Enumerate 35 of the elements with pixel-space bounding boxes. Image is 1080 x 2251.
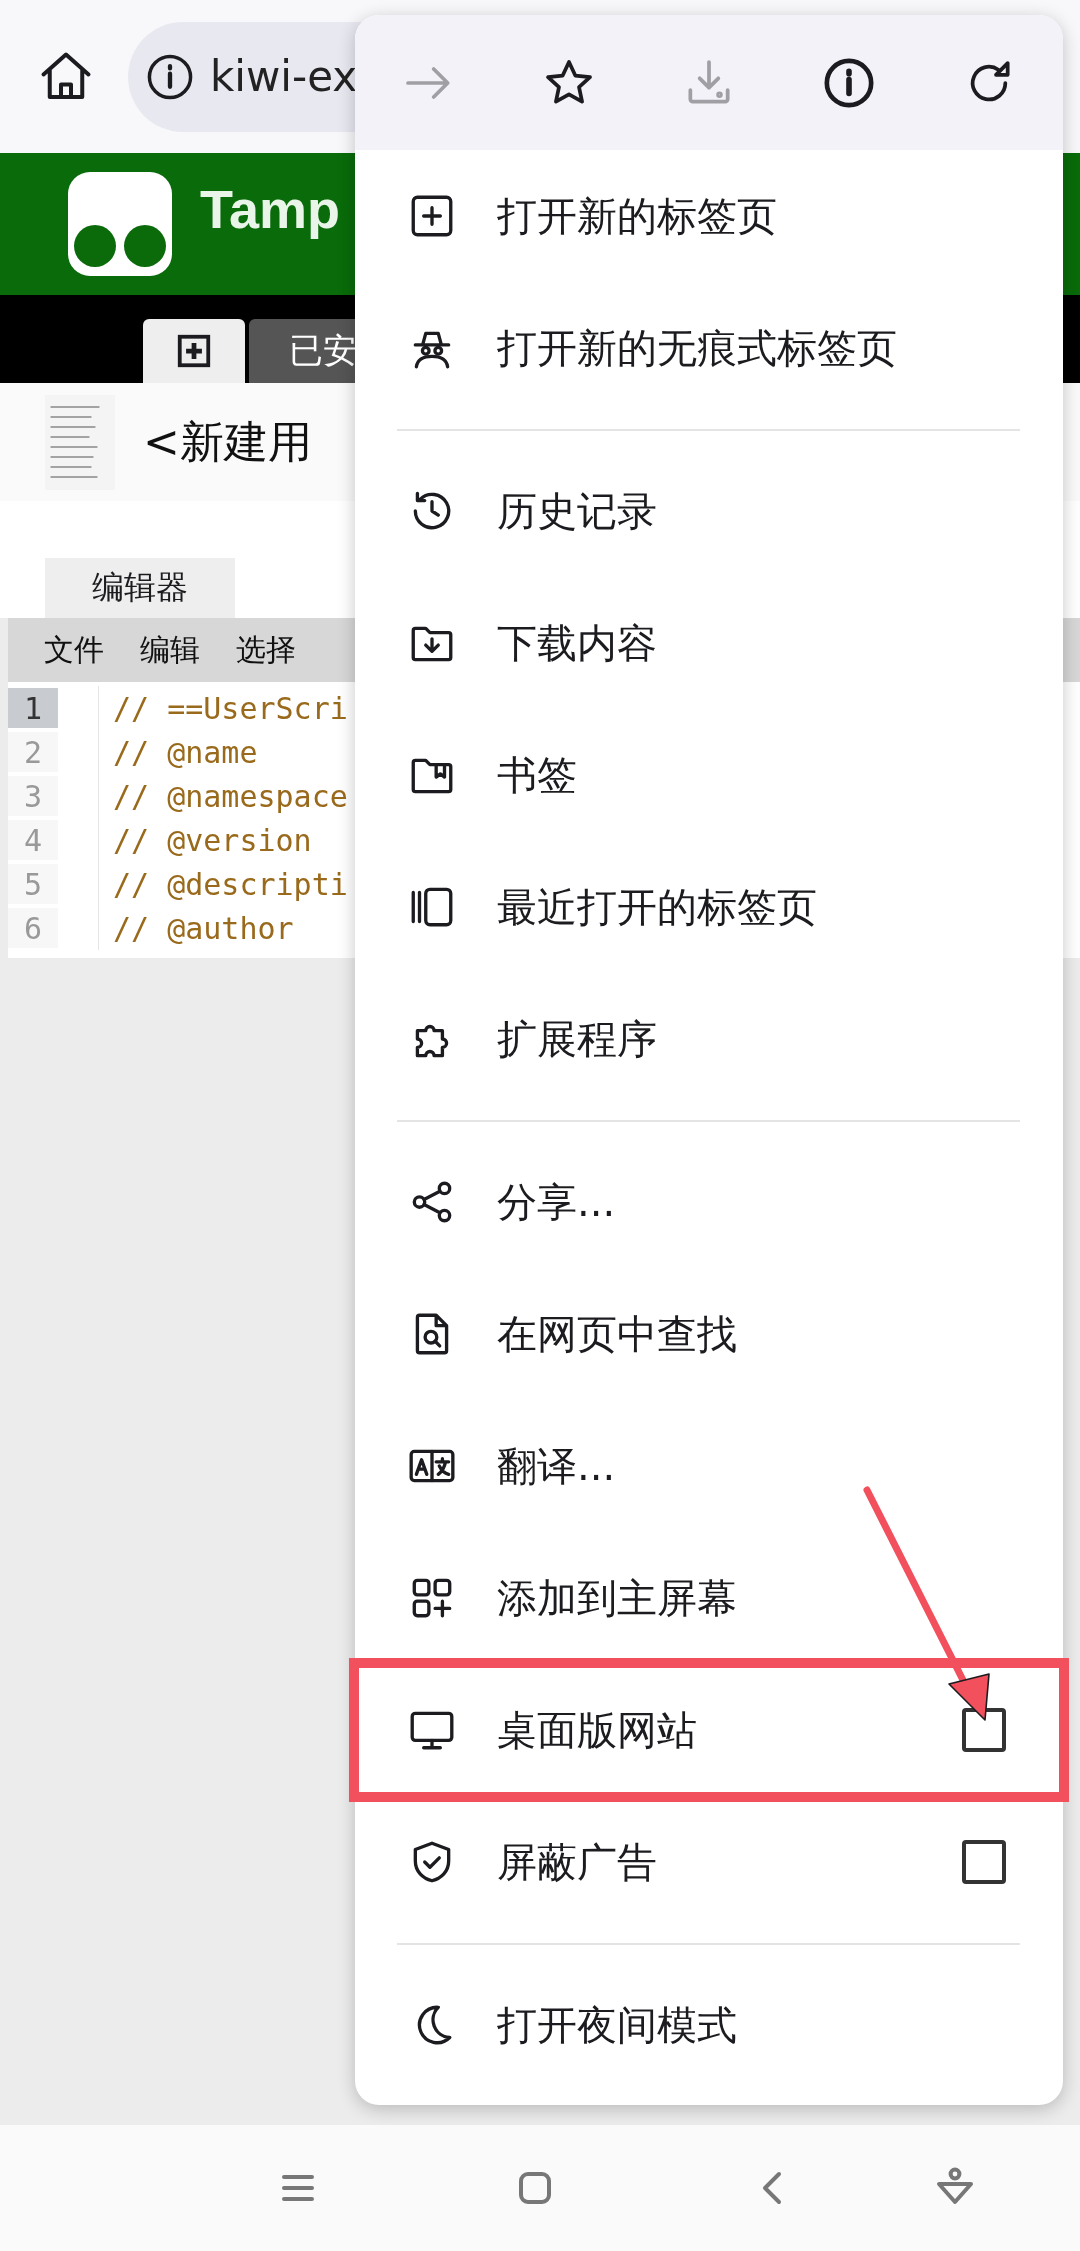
menu-item[interactable]: 屏蔽广告 xyxy=(355,1796,1063,1928)
new-script-tab[interactable] xyxy=(143,319,245,383)
menu-item[interactable]: 桌面版网站 xyxy=(355,1664,1063,1796)
code-line: // @namespace xyxy=(98,774,348,818)
line-number: 3 xyxy=(8,776,58,816)
menu-item[interactable]: 分享... xyxy=(355,1136,1063,1268)
menu-item[interactable]: 最近打开的标签页 xyxy=(355,841,1063,973)
code-line: // @version xyxy=(98,818,312,862)
checkbox[interactable] xyxy=(962,1840,1006,1884)
code-line: // @descripti xyxy=(98,862,348,906)
menu-item[interactable]: 添加到主屏幕 xyxy=(355,1532,1063,1664)
line-number: 4 xyxy=(8,820,58,860)
menu-item[interactable]: 打开夜间模式 xyxy=(355,1959,1063,2091)
menu-item[interactable]: 下载内容 xyxy=(355,577,1063,709)
script-title: <新建用 xyxy=(143,414,312,469)
site-title: Tamp xyxy=(200,178,340,240)
line-number: 6 xyxy=(8,908,58,948)
menu-item[interactable]: 书签 xyxy=(355,709,1063,841)
menu-item[interactable]: 扩展程序 xyxy=(355,973,1063,1105)
menu-item[interactable]: 翻译... xyxy=(355,1400,1063,1532)
editor-menu-item[interactable]: 选择 xyxy=(236,629,296,671)
editor-menu-item[interactable]: 文件 xyxy=(44,629,104,671)
menu-item[interactable]: 在网页中查找 xyxy=(355,1268,1063,1400)
editor-menu-item[interactable]: 编辑 xyxy=(140,629,200,671)
menu-item[interactable]: 历史记录 xyxy=(355,445,1063,577)
line-number: 5 xyxy=(8,864,58,904)
code-line: // @author xyxy=(98,906,294,950)
menu-item[interactable]: 打开新的标签页 xyxy=(355,150,1063,282)
editor-tab[interactable]: 编辑器 xyxy=(45,558,235,618)
plus-box-icon xyxy=(175,332,213,370)
code-line: // ==UserScri xyxy=(98,686,348,730)
code-line: // @name xyxy=(98,730,258,774)
line-number: 2 xyxy=(8,732,58,772)
logo-icon xyxy=(68,172,172,276)
line-number: 1 xyxy=(8,688,58,728)
